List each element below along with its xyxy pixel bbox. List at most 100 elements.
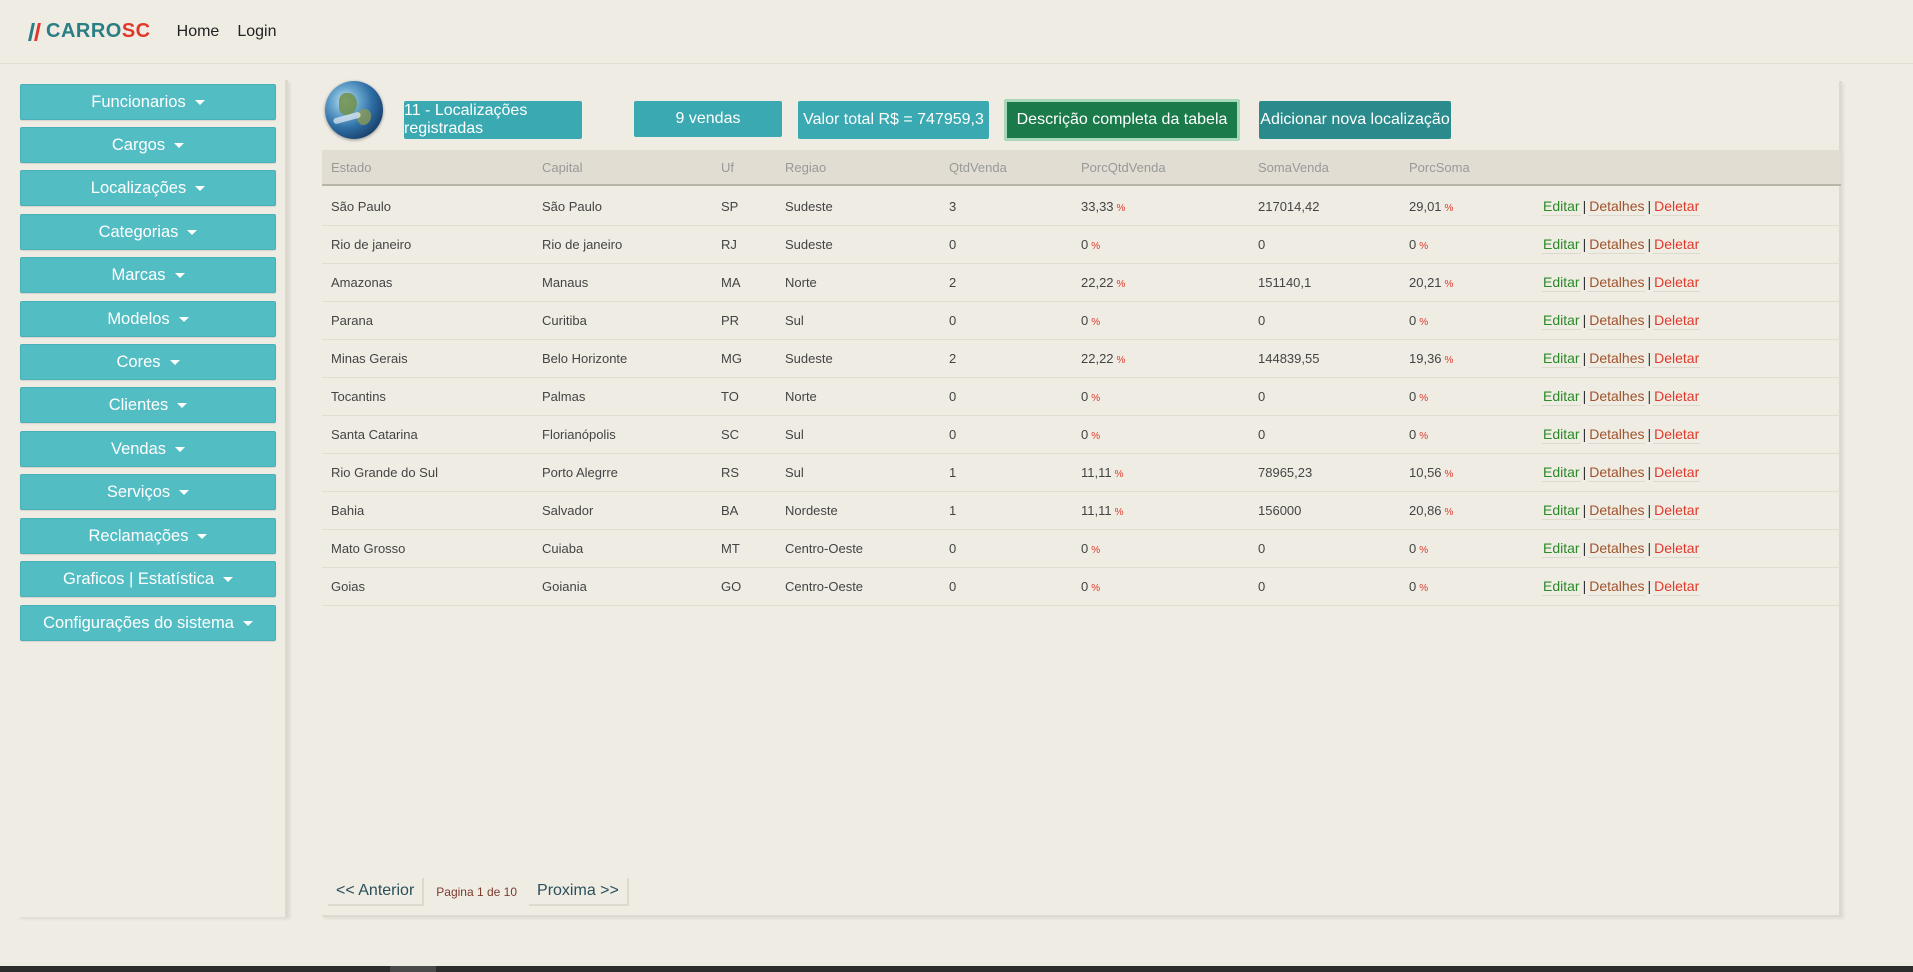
table-cell: 29,01% [1409,199,1453,214]
delete-link[interactable]: Deletar [1653,463,1701,482]
table-cell: 217014,42 [1258,199,1319,214]
edit-link[interactable]: Editar [1542,501,1581,520]
sidebar-item-funcionarios[interactable]: Funcionarios [20,84,276,120]
edit-link[interactable]: Editar [1542,577,1581,596]
edit-link[interactable]: Editar [1542,349,1581,368]
separator: | [1647,236,1652,252]
delete-link[interactable]: Deletar [1653,349,1701,368]
sidebar-item-vendas[interactable]: Vendas [20,431,276,467]
percent-sign: % [1091,431,1101,442]
sidebar-item-localizacoes[interactable]: Localizações [20,170,276,206]
previous-page-button[interactable]: << Anterior [328,878,425,906]
sidebar-item-label: Localizações [90,178,187,197]
table-cell: 0% [1081,579,1100,594]
details-link[interactable]: Detalhes [1588,311,1646,330]
row-actions: Editar | Detalhes | Deletar [1542,463,1701,482]
details-link[interactable]: Detalhes [1588,463,1646,482]
delete-link[interactable]: Deletar [1653,501,1701,520]
separator: | [1582,350,1587,366]
percent-sign: % [1114,507,1124,518]
edit-link[interactable]: Editar [1542,463,1581,482]
table-cell: Norte [785,275,817,290]
delete-link[interactable]: Deletar [1653,387,1701,406]
details-link[interactable]: Detalhes [1588,501,1646,520]
sidebar-item-categorias[interactable]: Categorias [20,214,276,250]
delete-link[interactable]: Deletar [1653,539,1701,558]
table-cell: 22,22% [1081,351,1125,366]
separator: | [1582,464,1587,480]
delete-link[interactable]: Deletar [1653,197,1701,216]
details-link[interactable]: Detalhes [1588,197,1646,216]
sidebar-item-reclamacoes[interactable]: Reclamações [20,518,276,554]
nav-login-link[interactable]: Login [237,23,276,41]
details-link[interactable]: Detalhes [1588,387,1646,406]
sidebar-item-cores[interactable]: Cores [20,344,276,380]
edit-link[interactable]: Editar [1542,539,1581,558]
table-cell: Goias [331,579,365,594]
delete-link[interactable]: Deletar [1653,273,1701,292]
details-link[interactable]: Detalhes [1588,539,1646,558]
table-row: Rio Grande do Sul Porto Alegrre RS Sul 1 11,1… [322,454,1841,492]
cell-value: SP [721,199,739,214]
table-cell: 2 [949,351,956,366]
add-location-button[interactable]: Adicionar nova localização [1259,101,1451,139]
sidebar-item-clientes[interactable]: Clientes [20,387,276,423]
table-cell: 0% [1409,579,1428,594]
table-header: Estado Capital Uf Regiao QtdVenda PorcQt… [322,150,1841,186]
sidebar-item-graficos[interactable]: Graficos | Estatística [20,561,276,597]
sidebar-item-marcas[interactable]: Marcas [20,257,276,293]
table-cell: Palmas [542,389,585,404]
table-cell: 22,22% [1081,275,1125,290]
caret-down-icon [194,100,205,105]
sidebar-item-servicos[interactable]: Serviços [20,474,276,510]
separator: | [1647,198,1652,214]
sidebar-item-cargos[interactable]: Cargos [20,127,276,163]
caret-down-icon [174,273,185,278]
details-link[interactable]: Detalhes [1588,349,1646,368]
details-link[interactable]: Detalhes [1588,577,1646,596]
sidebar-item-modelos[interactable]: Modelos [20,301,276,337]
cell-value: 0 [1258,427,1266,442]
globe-icon [325,81,383,139]
row-actions: Editar | Detalhes | Deletar [1542,197,1701,216]
delete-link[interactable]: Deletar [1653,235,1701,254]
separator: | [1582,312,1587,328]
table-cell: 0% [1409,389,1428,404]
next-page-button[interactable]: Proxima >> [529,878,629,906]
delete-link[interactable]: Deletar [1653,425,1701,444]
edit-link[interactable]: Editar [1542,273,1581,292]
cell-value: 20,21 [1409,275,1442,290]
nav-home-link[interactable]: Home [177,23,220,41]
cell-value: 0 [1258,579,1266,594]
cell-value: 11,11 [1081,503,1112,518]
table-cell: Sul [785,313,804,328]
sidebar-item-label: Funcionarios [91,92,186,111]
details-link[interactable]: Detalhes [1588,235,1646,254]
sidebar-item-configuracoes[interactable]: Configurações do sistema [20,605,276,641]
details-link[interactable]: Detalhes [1588,425,1646,444]
edit-link[interactable]: Editar [1542,387,1581,406]
edit-link[interactable]: Editar [1542,425,1581,444]
details-link[interactable]: Detalhes [1588,273,1646,292]
edit-link[interactable]: Editar [1542,311,1581,330]
delete-link[interactable]: Deletar [1653,577,1701,596]
edit-link[interactable]: Editar [1542,197,1581,216]
full-description-button[interactable]: Descrição completa da tabela [1004,99,1240,141]
table-cell: GO [721,579,741,594]
table-row: Rio de janeiro Rio de janeiro RJ Sudeste 0 0%… [322,226,1841,264]
table-cell: Nordeste [785,503,838,518]
table-cell: Florianópolis [542,427,616,442]
cell-value: 22,22 [1081,351,1114,366]
table-cell: Santa Catarina [331,427,418,442]
edit-link[interactable]: Editar [1542,235,1581,254]
table-cell: 10,56% [1409,465,1453,480]
table-row: Santa Catarina Florianópolis SC Sul 0 0% 0 0% Ed… [322,416,1841,454]
table-cell: RJ [721,237,737,252]
delete-link[interactable]: Deletar [1653,311,1701,330]
brand-logo[interactable]: CARRO SC [28,20,151,43]
cell-value: Parana [331,313,373,328]
cell-value: Salvador [542,503,594,518]
cell-value: 19,36 [1409,351,1442,366]
percent-sign: % [1419,317,1429,328]
cell-value: 0 [1258,389,1266,404]
